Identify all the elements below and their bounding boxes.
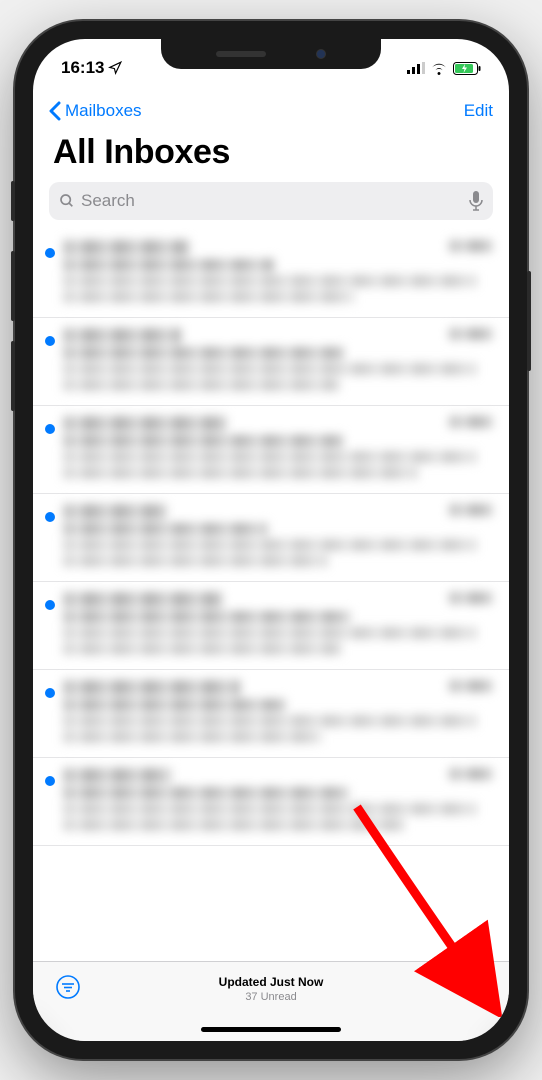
screen: 16:13 Mailboxes Edit All Inboxes Search — [33, 39, 509, 1041]
unread-dot-icon — [45, 424, 55, 434]
message-item[interactable] — [33, 230, 509, 318]
message-item[interactable] — [33, 758, 509, 846]
device-frame: 16:13 Mailboxes Edit All Inboxes Search — [15, 21, 527, 1059]
message-item[interactable] — [33, 494, 509, 582]
back-button[interactable]: Mailboxes — [49, 101, 142, 121]
message-content-redacted — [63, 416, 493, 483]
home-indicator[interactable] — [201, 1027, 341, 1032]
status-time: 16:13 — [61, 58, 104, 78]
unread-dot-icon — [45, 336, 55, 346]
mic-icon[interactable] — [469, 191, 483, 211]
edit-button[interactable]: Edit — [464, 101, 493, 121]
unread-dot-icon — [45, 248, 55, 258]
message-content-redacted — [63, 504, 493, 571]
unread-count-label: 37 Unread — [81, 990, 461, 1005]
location-icon — [108, 61, 122, 75]
toolbar-status: Updated Just Now 37 Unread — [81, 974, 461, 1005]
bottom-toolbar: Updated Just Now 37 Unread — [33, 961, 509, 1041]
message-content-redacted — [63, 768, 493, 835]
updated-label: Updated Just Now — [81, 974, 461, 990]
message-item[interactable] — [33, 406, 509, 494]
unread-dot-icon — [45, 776, 55, 786]
cellular-icon — [407, 62, 425, 74]
page-title: All Inboxes — [33, 131, 509, 182]
wifi-icon — [430, 62, 448, 75]
chevron-left-icon — [49, 101, 61, 121]
message-content-redacted — [63, 240, 493, 307]
message-list — [33, 230, 509, 846]
filter-button[interactable] — [55, 974, 81, 1000]
unread-dot-icon — [45, 512, 55, 522]
message-item[interactable] — [33, 582, 509, 670]
search-placeholder: Search — [81, 191, 469, 211]
message-content-redacted — [63, 328, 493, 395]
message-content-redacted — [63, 592, 493, 659]
unread-dot-icon — [45, 688, 55, 698]
battery-icon — [453, 62, 481, 75]
nav-bar: Mailboxes Edit — [33, 87, 509, 131]
back-label: Mailboxes — [65, 101, 142, 121]
message-content-redacted — [63, 680, 493, 747]
notch — [161, 39, 381, 69]
compose-button[interactable] — [461, 974, 487, 1000]
message-item[interactable] — [33, 670, 509, 758]
search-field[interactable]: Search — [49, 182, 493, 220]
unread-dot-icon — [45, 600, 55, 610]
search-icon — [59, 193, 75, 209]
message-item[interactable] — [33, 318, 509, 406]
